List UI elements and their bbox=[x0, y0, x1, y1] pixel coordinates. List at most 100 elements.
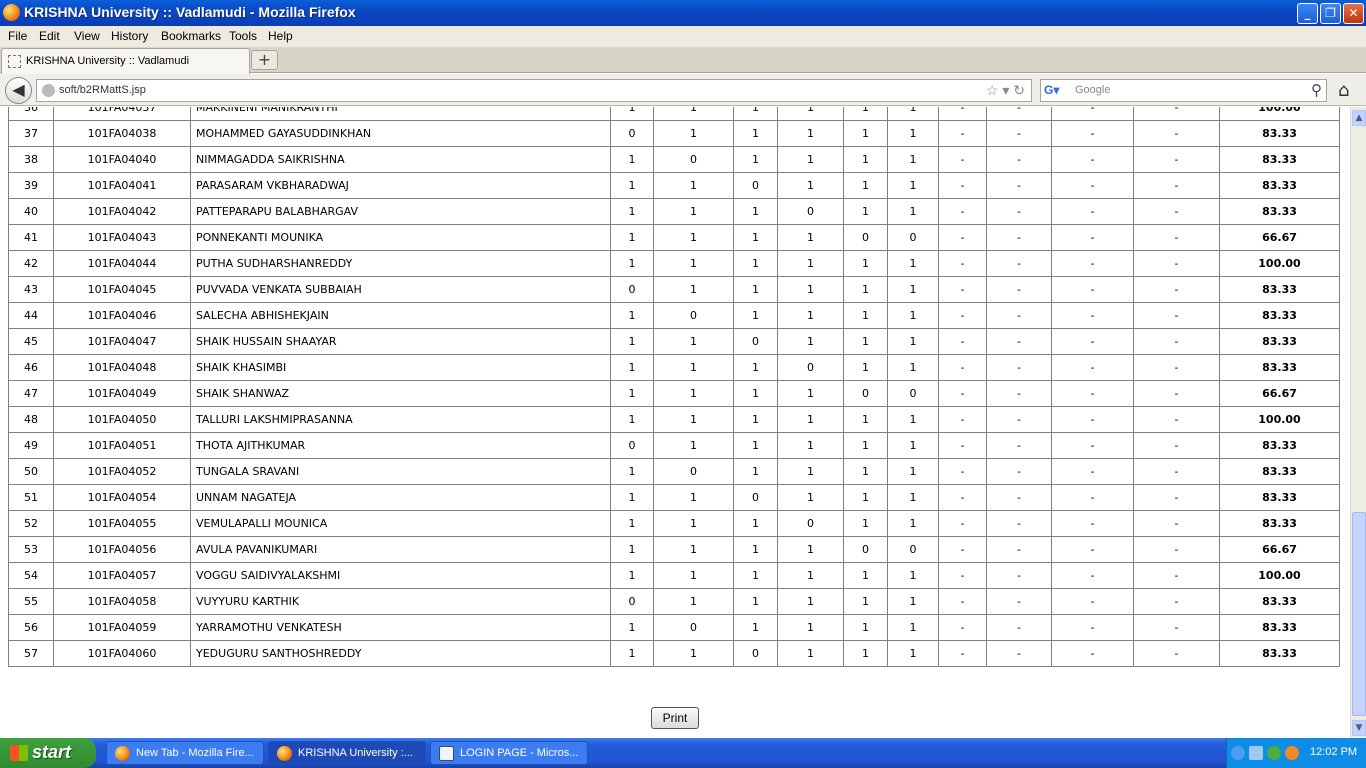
bookmark-star-icon[interactable]: ☆ bbox=[986, 82, 999, 98]
roll-number-cell: 101FA04046 bbox=[53, 302, 191, 329]
mark-cell: 0 bbox=[653, 614, 734, 641]
mark-cell: 0 bbox=[610, 588, 654, 615]
table-row: 50 101FA04052 TUNGALA SRAVANI 1 0 1 1 1 1- - - -83.… bbox=[8, 458, 1340, 485]
mark-cell: - bbox=[986, 354, 1052, 381]
network-icon[interactable] bbox=[1249, 746, 1263, 760]
mark-cell: - bbox=[938, 432, 987, 459]
student-name-cell: PUTHA SUDHARSHANREDDY bbox=[190, 250, 611, 277]
mark-cell: 1 bbox=[653, 328, 734, 355]
mark-cell: 1 bbox=[610, 380, 654, 407]
task-label: New Tab - Mozilla Fire... bbox=[136, 747, 254, 759]
mark-cell: - bbox=[938, 172, 987, 199]
mark-cell: 1 bbox=[610, 458, 654, 485]
mark-cell: 1 bbox=[887, 198, 939, 225]
percentage-cell: 83.33 bbox=[1219, 432, 1340, 459]
menu-file[interactable]: File bbox=[8, 29, 27, 43]
student-name-cell: NIMMAGADDA SAIKRISHNA bbox=[190, 146, 611, 173]
mark-cell: - bbox=[1133, 198, 1220, 225]
mark-cell: 0 bbox=[733, 640, 778, 667]
roll-number-cell: 101FA04058 bbox=[53, 588, 191, 615]
serial-number-cell: 49 bbox=[8, 432, 54, 459]
search-icon[interactable]: ⚲ bbox=[1311, 81, 1322, 99]
mark-cell: 1 bbox=[733, 302, 778, 329]
tray-expand-icon[interactable] bbox=[1231, 746, 1245, 760]
scroll-thumb[interactable] bbox=[1352, 512, 1366, 716]
new-tab-button[interactable]: + bbox=[251, 50, 278, 70]
mark-cell: 1 bbox=[843, 432, 888, 459]
page-content: 36 101FA04037 MAKKINENI MANIKRANTHI 1 1 1 1 1 1-… bbox=[0, 107, 1350, 738]
mark-cell: 1 bbox=[610, 510, 654, 537]
print-button[interactable]: Print bbox=[651, 707, 699, 729]
percentage-cell: 83.33 bbox=[1219, 120, 1340, 147]
roll-number-cell: 101FA04059 bbox=[53, 614, 191, 641]
mark-cell: 1 bbox=[610, 640, 654, 667]
mark-cell: 1 bbox=[653, 640, 734, 667]
site-identity-icon[interactable] bbox=[42, 84, 55, 97]
mark-cell: - bbox=[986, 640, 1052, 667]
mark-cell: 1 bbox=[887, 458, 939, 485]
serial-number-cell: 41 bbox=[8, 224, 54, 251]
roll-number-cell: 101FA04051 bbox=[53, 432, 191, 459]
taskbar-item-login-page[interactable]: LOGIN PAGE - Micros... bbox=[430, 741, 588, 765]
roll-number-cell: 101FA04056 bbox=[53, 536, 191, 563]
menu-help[interactable]: Help bbox=[268, 29, 293, 43]
start-button[interactable]: start bbox=[0, 738, 96, 768]
mark-cell: 1 bbox=[777, 432, 844, 459]
menu-edit[interactable]: Edit bbox=[39, 29, 60, 43]
serial-number-cell: 39 bbox=[8, 172, 54, 199]
mark-cell: - bbox=[938, 107, 987, 121]
home-icon[interactable]: ⌂ bbox=[1338, 80, 1349, 101]
percentage-cell: 66.67 bbox=[1219, 380, 1340, 407]
menu-bookmarks[interactable]: Bookmarks bbox=[161, 29, 221, 43]
student-name-cell: VEMULAPALLI MOUNICA bbox=[190, 510, 611, 537]
student-name-cell: MAKKINENI MANIKRANTHI bbox=[190, 107, 611, 121]
tray-app-icon[interactable] bbox=[1285, 746, 1299, 760]
close-button[interactable]: ✕ bbox=[1343, 3, 1364, 24]
mark-cell: 1 bbox=[653, 536, 734, 563]
google-engine-icon[interactable]: G▾ bbox=[1044, 83, 1060, 99]
minimize-button[interactable]: _ bbox=[1297, 3, 1318, 24]
taskbar-item-new-tab[interactable]: New Tab - Mozilla Fire... bbox=[106, 741, 264, 765]
mark-cell: 1 bbox=[843, 250, 888, 277]
mark-cell: 1 bbox=[887, 588, 939, 615]
history-dropdown-icon[interactable]: ▾ bbox=[1002, 82, 1009, 98]
mark-cell: - bbox=[938, 302, 987, 329]
taskbar-item-krishna-university[interactable]: KRISHNA University :... bbox=[268, 741, 426, 765]
table-row: 42 101FA04044 PUTHA SUDHARSHANREDDY 1 1 1 1 1 1-… bbox=[8, 250, 1340, 277]
word-document-icon bbox=[439, 746, 454, 761]
scroll-down-icon[interactable]: ▼ bbox=[1352, 720, 1366, 736]
mark-cell: - bbox=[1051, 224, 1134, 251]
reload-icon[interactable]: ↻ bbox=[1013, 82, 1025, 98]
mark-cell: 1 bbox=[887, 107, 939, 121]
mark-cell: 1 bbox=[653, 198, 734, 225]
serial-number-cell: 50 bbox=[8, 458, 54, 485]
table-row: 47 101FA04049 SHAIK SHANWAZ 1 1 1 1 0 0- - - -66.67 bbox=[8, 380, 1340, 407]
roll-number-cell: 101FA04052 bbox=[53, 458, 191, 485]
tab-krishna-university[interactable]: KRISHNA University :: Vadlamudi bbox=[1, 48, 250, 74]
menu-view[interactable]: View bbox=[74, 29, 100, 43]
mark-cell: - bbox=[1133, 146, 1220, 173]
mark-cell: 1 bbox=[733, 380, 778, 407]
mark-cell: - bbox=[986, 458, 1052, 485]
tab-strip: KRISHNA University :: Vadlamudi + bbox=[0, 47, 1366, 74]
url-bar[interactable]: soft/b2RMattS.jsp ☆ ▾ ↻ bbox=[36, 79, 1032, 102]
mark-cell: 1 bbox=[887, 302, 939, 329]
table-row: 56 101FA04059 YARRAMOTHU VENKATESH 1 0 1 1 1 1- -… bbox=[8, 614, 1340, 641]
mark-cell: 1 bbox=[777, 484, 844, 511]
mark-cell: 1 bbox=[887, 354, 939, 381]
mark-cell: 1 bbox=[733, 614, 778, 641]
student-name-cell: PARASARAM VKBHARADWAJ bbox=[190, 172, 611, 199]
mark-cell: - bbox=[938, 614, 987, 641]
back-button[interactable]: ◀ bbox=[5, 77, 32, 104]
scroll-up-icon[interactable]: ▲ bbox=[1352, 110, 1366, 126]
mark-cell: - bbox=[1133, 302, 1220, 329]
restore-button[interactable]: ❐ bbox=[1320, 3, 1341, 24]
mark-cell: 1 bbox=[777, 107, 844, 121]
vertical-scrollbar[interactable]: ▲ ▼ bbox=[1350, 107, 1366, 738]
menu-history[interactable]: History bbox=[111, 29, 148, 43]
mark-cell: - bbox=[938, 120, 987, 147]
menu-tools[interactable]: Tools bbox=[229, 29, 257, 43]
search-bar[interactable]: G▾ Google ⚲ bbox=[1040, 79, 1327, 102]
mark-cell: - bbox=[938, 536, 987, 563]
utorrent-icon[interactable] bbox=[1267, 746, 1281, 760]
